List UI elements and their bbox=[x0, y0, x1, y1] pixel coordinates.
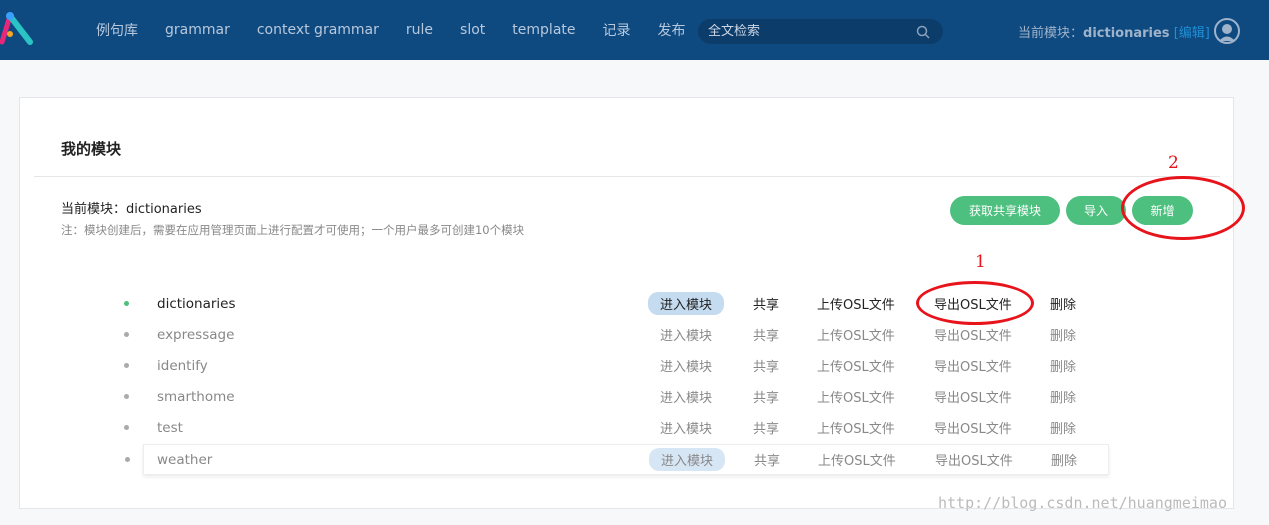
nav-slot[interactable]: slot bbox=[460, 22, 485, 38]
module-name: smarthome bbox=[157, 388, 235, 405]
share-module-button[interactable]: 共享 bbox=[754, 450, 780, 469]
search-icon bbox=[916, 25, 930, 39]
export-module-button[interactable]: 导出OSL文件 bbox=[934, 418, 1012, 437]
top-nav: 例句库 grammar context grammar rule slot te… bbox=[0, 0, 1269, 60]
module-row[interactable]: identify 进入模块 共享 上传OSL文件 导出OSL文件 删除 bbox=[124, 350, 1108, 381]
bullet-dot bbox=[124, 363, 129, 368]
module-name: identify bbox=[157, 357, 208, 374]
import-button[interactable]: 导入 bbox=[1066, 196, 1126, 225]
current-module-indicator: 当前模块：dictionaries [编辑] bbox=[1018, 22, 1210, 41]
share-module-button[interactable]: 共享 bbox=[753, 356, 779, 375]
delete-module-button[interactable]: 删除 bbox=[1051, 450, 1077, 469]
module-name: weather bbox=[157, 451, 213, 468]
annotation-number-1: 1 bbox=[975, 252, 986, 272]
enter-module-button[interactable]: 进入模块 bbox=[660, 418, 712, 437]
enter-module-button[interactable]: 进入模块 bbox=[660, 356, 712, 375]
delete-module-button[interactable]: 删除 bbox=[1050, 294, 1076, 313]
upload-module-button[interactable]: 上传OSL文件 bbox=[818, 450, 896, 469]
delete-module-button[interactable]: 删除 bbox=[1050, 418, 1076, 437]
page-title: 我的模块 bbox=[61, 140, 122, 158]
search-box bbox=[698, 19, 943, 44]
enter-module-button[interactable]: 进入模块 bbox=[660, 325, 712, 344]
upload-module-button[interactable]: 上传OSL文件 bbox=[817, 294, 895, 313]
edit-module-link[interactable]: [编辑] bbox=[1174, 26, 1210, 41]
app-logo[interactable] bbox=[0, 12, 40, 48]
nav-rule[interactable]: rule bbox=[406, 22, 433, 38]
export-module-button[interactable]: 导出OSL文件 bbox=[934, 356, 1012, 375]
bullet-dot bbox=[124, 332, 129, 337]
share-module-button[interactable]: 共享 bbox=[753, 387, 779, 406]
module-name: dictionaries bbox=[157, 295, 236, 312]
search-button[interactable] bbox=[903, 19, 943, 44]
nav-examples[interactable]: 例句库 bbox=[96, 20, 138, 40]
export-module-button[interactable]: 导出OSL文件 bbox=[934, 387, 1012, 406]
bullet-dot bbox=[124, 425, 129, 430]
search-input[interactable] bbox=[698, 24, 903, 39]
enter-module-button[interactable]: 进入模块 bbox=[649, 448, 726, 471]
divider bbox=[34, 176, 1220, 177]
nav-publish[interactable]: 发布 bbox=[658, 20, 686, 40]
get-shared-modules-button[interactable]: 获取共享模块 bbox=[950, 196, 1060, 225]
delete-module-button[interactable]: 删除 bbox=[1050, 387, 1076, 406]
current-module-name: dictionaries bbox=[1083, 26, 1170, 41]
delete-module-button[interactable]: 删除 bbox=[1050, 325, 1076, 344]
nav-grammar[interactable]: grammar bbox=[165, 22, 230, 38]
module-note: 注：模块创建后，需要在应用管理页面上进行配置才可使用；一个用户最多可创建10个模… bbox=[61, 223, 525, 237]
module-row[interactable]: smarthome 进入模块 共享 上传OSL文件 导出OSL文件 删除 bbox=[124, 381, 1108, 412]
upload-module-button[interactable]: 上传OSL文件 bbox=[817, 356, 895, 375]
module-row[interactable]: test 进入模块 共享 上传OSL文件 导出OSL文件 删除 bbox=[124, 412, 1108, 443]
module-row[interactable]: weather 进入模块 共享 上传OSL文件 导出OSL文件 删除 bbox=[125, 444, 1109, 475]
export-module-button[interactable]: 导出OSL文件 bbox=[934, 325, 1012, 344]
annotation-number-2: 2 bbox=[1168, 153, 1179, 173]
enter-module-button[interactable]: 进入模块 bbox=[648, 292, 725, 315]
upload-module-button[interactable]: 上传OSL文件 bbox=[817, 387, 895, 406]
bullet-dot bbox=[124, 394, 129, 399]
user-avatar[interactable] bbox=[1214, 18, 1240, 44]
nav-records[interactable]: 记录 bbox=[603, 20, 631, 40]
nav-template[interactable]: template bbox=[512, 22, 575, 38]
share-module-button[interactable]: 共享 bbox=[753, 418, 779, 437]
module-name: test bbox=[157, 419, 183, 436]
share-module-button[interactable]: 共享 bbox=[753, 325, 779, 344]
bullet-dot bbox=[125, 457, 130, 462]
nav-context-grammar[interactable]: context grammar bbox=[257, 22, 379, 38]
export-module-button[interactable]: 导出OSL文件 bbox=[935, 450, 1013, 469]
current-module-text: 当前模块：dictionaries bbox=[61, 202, 202, 217]
user-icon bbox=[1219, 24, 1235, 41]
main-menu: 例句库 grammar context grammar rule slot te… bbox=[96, 0, 713, 60]
bullet-dot bbox=[124, 301, 129, 306]
enter-module-button[interactable]: 进入模块 bbox=[660, 387, 712, 406]
watermark: http://blog.csdn.net/huangmeimao bbox=[938, 494, 1227, 512]
upload-module-button[interactable]: 上传OSL文件 bbox=[817, 325, 895, 344]
annotation-circle-1 bbox=[916, 281, 1034, 325]
delete-module-button[interactable]: 删除 bbox=[1050, 356, 1076, 375]
upload-module-button[interactable]: 上传OSL文件 bbox=[817, 418, 895, 437]
module-name: expressage bbox=[157, 326, 235, 343]
current-label: 当前模块： bbox=[1018, 26, 1084, 41]
share-module-button[interactable]: 共享 bbox=[753, 294, 779, 313]
annotation-circle-2 bbox=[1121, 176, 1245, 240]
